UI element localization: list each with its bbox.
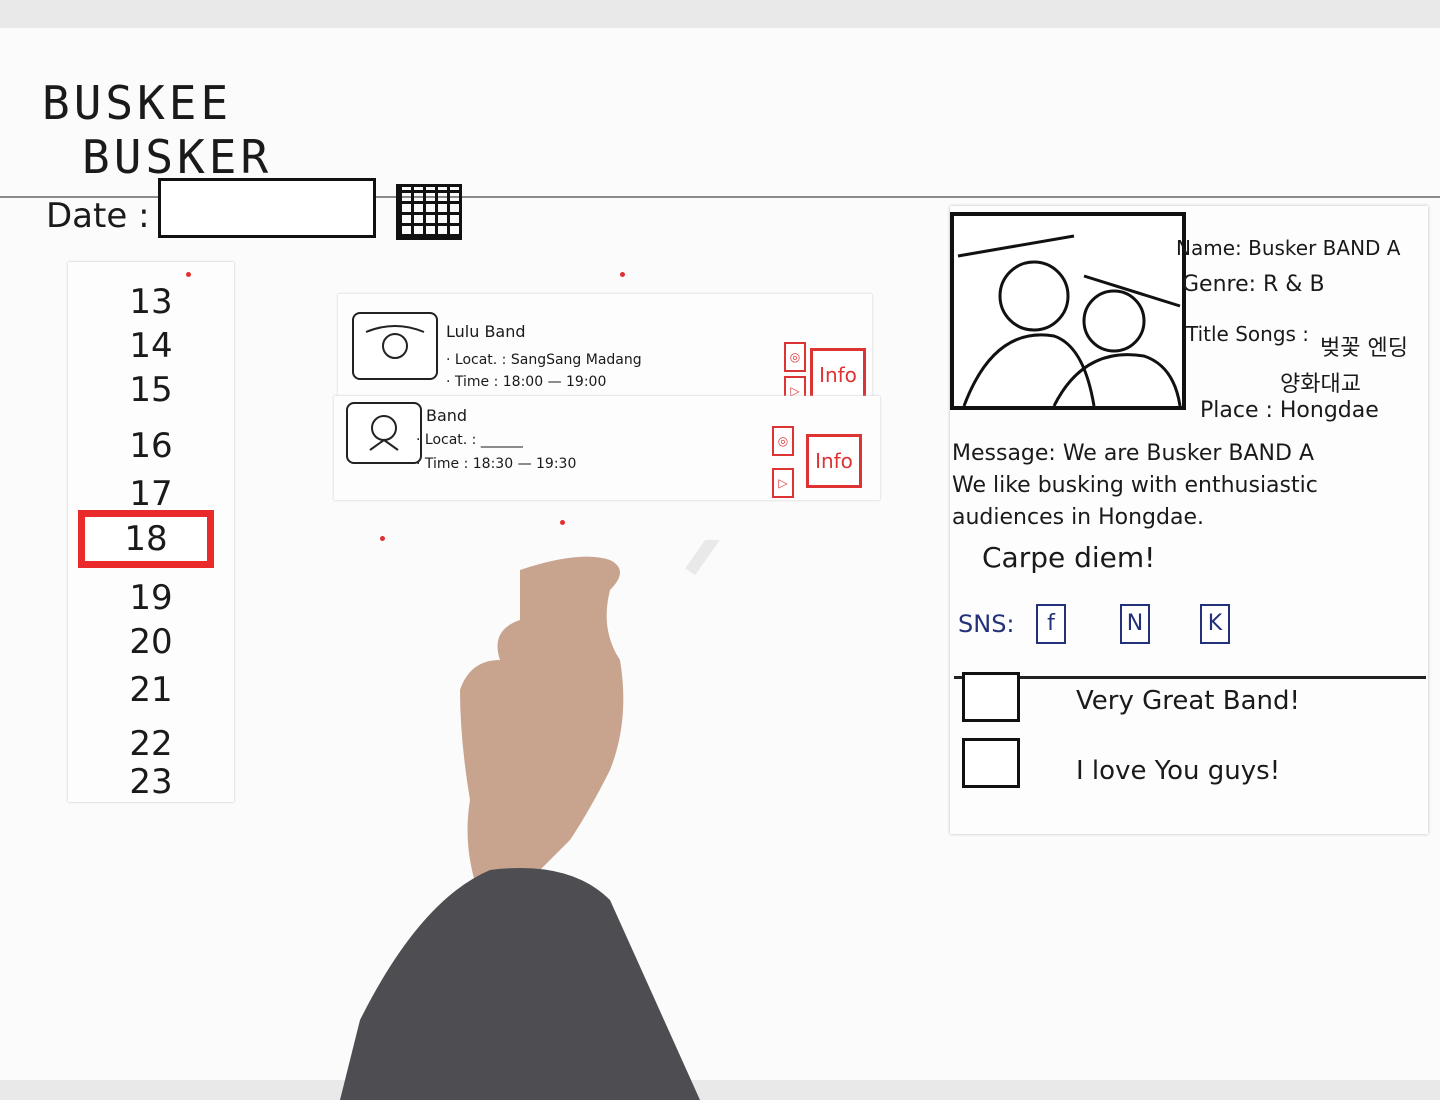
comments-divider xyxy=(954,676,1426,679)
calendar-icon[interactable] xyxy=(396,184,462,240)
commenter-avatar xyxy=(962,672,1020,722)
hour-item[interactable]: 16 xyxy=(68,426,234,466)
hour-item[interactable]: 21 xyxy=(68,670,234,710)
band-location: · Locat. : ______ xyxy=(416,432,523,448)
title-song-2: 양화대교 xyxy=(1280,372,1361,397)
band-time: · Time : 18:30 — 19:30 xyxy=(416,456,577,472)
badge-icon[interactable]: ◎ xyxy=(784,342,806,372)
hour-item[interactable]: 23 xyxy=(68,762,234,802)
message-line: Message: We are Busker BAND A xyxy=(952,441,1315,466)
facebook-button[interactable]: f xyxy=(1036,604,1066,644)
band-location: · Locat. : SangSang Madang xyxy=(446,352,642,368)
naver-button[interactable]: N xyxy=(1120,604,1150,644)
title-song-1: 벚꽃 엔딩 xyxy=(1320,336,1408,361)
band-avatar xyxy=(352,312,438,380)
band-detail-panel: Name: Busker BAND A Genre: R & B Title S… xyxy=(950,206,1428,834)
hour-scroll-strip[interactable]: 13 14 15 16 17 18 19 20 21 22 23 xyxy=(68,262,234,802)
band-place-field: Place : Hongdae xyxy=(1200,398,1379,423)
message-line: We like busking with enthusiastic xyxy=(952,473,1318,498)
hour-item[interactable]: 19 xyxy=(68,578,234,618)
band-avatar-drawing xyxy=(369,415,399,451)
band-genre-field: Genre: R & B xyxy=(1182,272,1325,297)
commenter-avatar xyxy=(962,738,1020,788)
date-input[interactable] xyxy=(158,178,376,238)
badge-icon[interactable]: ◎ xyxy=(772,426,794,456)
hour-item[interactable]: 17 xyxy=(68,474,234,514)
band-name-field: Name: Busker BAND A xyxy=(1176,236,1401,260)
band-card[interactable]: Lulu Band · Locat. : SangSang Madang · T… xyxy=(338,294,872,412)
band-name: Lulu Band xyxy=(446,322,526,341)
info-button[interactable]: Info xyxy=(810,348,866,402)
hour-item[interactable]: 20 xyxy=(68,622,234,662)
ink-dot xyxy=(620,272,625,277)
message-line: Carpe diem! xyxy=(982,541,1156,574)
band-avatar-drawing xyxy=(365,325,425,359)
comment-text: I love You guys! xyxy=(1076,756,1281,786)
band-card[interactable]: Band · Locat. : ______ · Time : 18:30 — … xyxy=(334,396,880,500)
pointing-hand-photo xyxy=(340,540,730,1100)
logo-line-2: BUSKER xyxy=(82,130,273,184)
band-message: Message: We are Busker BAND A We like bu… xyxy=(952,438,1422,574)
info-button[interactable]: Info xyxy=(806,434,862,488)
app-logo: BUSKEE BUSKER xyxy=(42,76,272,184)
band-avatar xyxy=(346,402,422,464)
play-icon[interactable]: ▷ xyxy=(772,468,794,498)
hour-item[interactable]: 13 xyxy=(68,282,234,322)
title-songs-label: Title Songs : xyxy=(1186,322,1310,346)
band-photo-drawing xyxy=(957,234,1182,407)
hour-item[interactable]: 14 xyxy=(68,326,234,366)
band-time: · Time : 18:00 — 19:00 xyxy=(446,374,607,390)
date-label: Date : xyxy=(46,196,150,236)
band-name: Band xyxy=(426,406,468,425)
ink-dot xyxy=(560,520,565,525)
comment-text: Very Great Band! xyxy=(1076,686,1300,716)
logo-line-1: BUSKEE xyxy=(42,76,233,130)
kakao-button[interactable]: K xyxy=(1200,604,1230,644)
ink-dot xyxy=(186,272,191,277)
hour-item[interactable]: 22 xyxy=(68,724,234,764)
sns-label: SNS: xyxy=(958,610,1015,638)
band-photo xyxy=(950,212,1186,410)
hour-item[interactable]: 15 xyxy=(68,370,234,410)
message-line: audiences in Hongdae. xyxy=(952,505,1205,530)
hour-item-selected[interactable]: 18 xyxy=(78,510,214,568)
